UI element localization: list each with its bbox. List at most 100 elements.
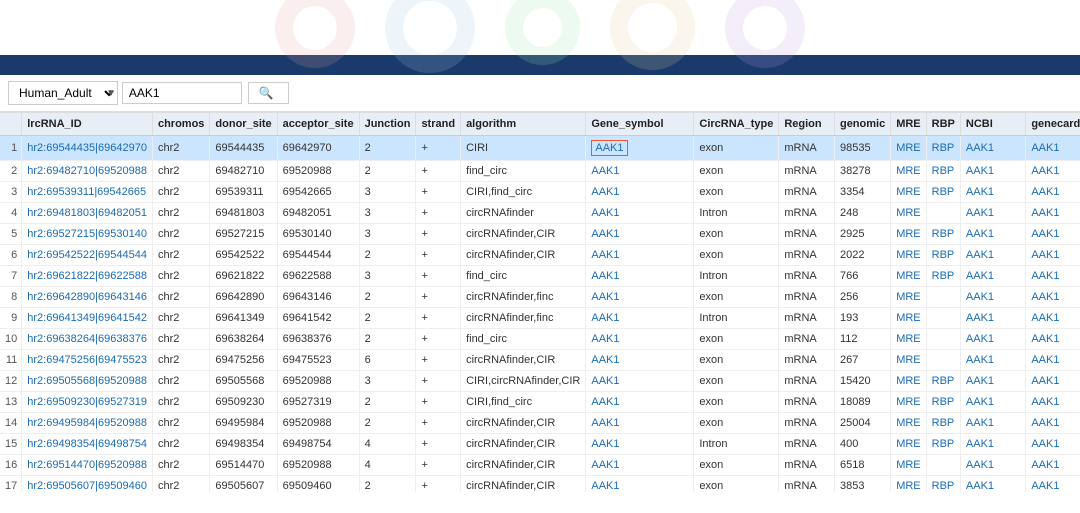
mre-link[interactable]: MRE	[896, 354, 920, 366]
rbp-link[interactable]: RBP	[932, 375, 955, 387]
lrcrna-id-link[interactable]: hr2:69475256|69475523	[27, 354, 147, 366]
mre-link[interactable]: MRE	[896, 291, 920, 303]
lrcrna-id-link[interactable]: hr2:69621822|69622588	[27, 270, 147, 282]
genecards-link[interactable]: AAK1	[1031, 142, 1059, 154]
mre-link[interactable]: MRE	[896, 438, 920, 450]
ncbi-link[interactable]: AAK1	[966, 333, 994, 345]
ncbi-link[interactable]: AAK1	[966, 438, 994, 450]
search-button[interactable]: 🔍	[248, 82, 289, 104]
ncbi-link[interactable]: AAK1	[966, 165, 994, 177]
genecards-link[interactable]: AAK1	[1031, 459, 1059, 471]
mre-link[interactable]: MRE	[896, 480, 920, 492]
rbp-link[interactable]: RBP	[932, 249, 955, 261]
genecards-link[interactable]: AAK1	[1031, 186, 1059, 198]
gene-symbol-link[interactable]: AAK1	[591, 291, 619, 303]
mre-link[interactable]: MRE	[896, 459, 920, 471]
gene-symbol-link[interactable]: AAK1	[591, 228, 619, 240]
rbp-link[interactable]: RBP	[932, 228, 955, 240]
rbp-link[interactable]: RBP	[932, 186, 955, 198]
nav-download[interactable]	[604, 55, 668, 75]
ncbi-link[interactable]: AAK1	[966, 375, 994, 387]
gene-symbol-link[interactable]: AAK1	[591, 186, 619, 198]
ncbi-link[interactable]: AAK1	[966, 207, 994, 219]
genecards-link[interactable]: AAK1	[1031, 375, 1059, 387]
lrcrna-id-link[interactable]: hr2:69539311|69542665	[27, 186, 146, 198]
mre-link[interactable]: MRE	[896, 165, 920, 177]
lrcrna-id-link[interactable]: hr2:69498354|69498754	[27, 438, 147, 450]
gene-symbol-link[interactable]: AAK1	[591, 312, 619, 324]
lrcrna-id-link[interactable]: hr2:69509230|69527319	[27, 396, 147, 408]
genecards-link[interactable]: AAK1	[1031, 354, 1059, 366]
genecards-link[interactable]: AAK1	[1031, 228, 1059, 240]
gene-symbol-link[interactable]: AAK1	[591, 375, 619, 387]
mre-link[interactable]: MRE	[896, 396, 920, 408]
genecards-link[interactable]: AAK1	[1031, 417, 1059, 429]
gene-symbol-link[interactable]: AAK1	[591, 207, 619, 219]
nav-comparison[interactable]	[540, 55, 604, 75]
gene-symbol-link[interactable]: AAK1	[591, 354, 619, 366]
mre-link[interactable]: MRE	[896, 228, 920, 240]
genecards-link[interactable]: AAK1	[1031, 333, 1059, 345]
lrcrna-id-link[interactable]: hr2:69638264|69638376	[27, 333, 147, 345]
lrcrna-id-link[interactable]: hr2:69527215|69530140	[27, 228, 147, 240]
lrcrna-id-link[interactable]: hr2:69505568|69520988	[27, 375, 147, 387]
lrcrna-id-link[interactable]: hr2:69495984|69520988	[27, 417, 147, 429]
lrcrna-id-link[interactable]: hr2:69544435|69642970	[27, 142, 147, 154]
nav-browser-hg38[interactable]	[476, 55, 540, 75]
genecards-link[interactable]: AAK1	[1031, 270, 1059, 282]
gene-symbol-link[interactable]: AAK1	[591, 249, 619, 261]
nav-browser-hg19[interactable]	[412, 55, 476, 75]
mre-link[interactable]: MRE	[896, 312, 920, 324]
genecards-link[interactable]: AAK1	[1031, 249, 1059, 261]
lrcrna-id-link[interactable]: hr2:69514470|69520988	[27, 459, 147, 471]
lrcrna-id-link[interactable]: hr2:69505607|69509460	[27, 480, 147, 492]
nav-home[interactable]	[348, 55, 412, 75]
ncbi-link[interactable]: AAK1	[966, 480, 994, 492]
rbp-link[interactable]: RBP	[932, 165, 955, 177]
ncbi-link[interactable]: AAK1	[966, 228, 994, 240]
mre-link[interactable]: MRE	[896, 270, 920, 282]
genecards-link[interactable]: AAK1	[1031, 291, 1059, 303]
rbp-link[interactable]: RBP	[932, 438, 955, 450]
table-container[interactable]: lrcRNA_ID chromos donor_site acceptor_si…	[0, 112, 1080, 492]
lrcrna-id-link[interactable]: hr2:69641349|69641542	[27, 312, 147, 324]
gene-symbol-link[interactable]: AAK1	[591, 396, 619, 408]
ncbi-link[interactable]: AAK1	[966, 396, 994, 408]
gene-symbol-link[interactable]: AAK1	[591, 480, 619, 492]
ncbi-link[interactable]: AAK1	[966, 459, 994, 471]
rbp-link[interactable]: RBP	[932, 270, 955, 282]
lrcrna-id-link[interactable]: hr2:69542522|69544544	[27, 249, 147, 261]
genecards-link[interactable]: AAK1	[1031, 165, 1059, 177]
rbp-link[interactable]: RBP	[932, 142, 955, 154]
ncbi-link[interactable]: AAK1	[966, 417, 994, 429]
genecards-link[interactable]: AAK1	[1031, 207, 1059, 219]
mre-link[interactable]: MRE	[896, 375, 920, 387]
lrcrna-id-link[interactable]: hr2:69481803|69482051	[27, 207, 147, 219]
genecards-link[interactable]: AAK1	[1031, 480, 1059, 492]
genecards-link[interactable]: AAK1	[1031, 396, 1059, 408]
gene-input[interactable]	[122, 82, 242, 104]
mre-link[interactable]: MRE	[896, 186, 920, 198]
rbp-link[interactable]: RBP	[932, 417, 955, 429]
gene-symbol-link[interactable]: AAK1	[591, 165, 619, 177]
mre-link[interactable]: MRE	[896, 249, 920, 261]
ncbi-link[interactable]: AAK1	[966, 186, 994, 198]
lrcrna-id-link[interactable]: hr2:69482710|69520988	[27, 165, 147, 177]
mre-link[interactable]: MRE	[896, 333, 920, 345]
mre-link[interactable]: MRE	[896, 417, 920, 429]
ncbi-link[interactable]: AAK1	[966, 312, 994, 324]
genecards-link[interactable]: AAK1	[1031, 312, 1059, 324]
lrcrna-id-link[interactable]: hr2:69642890|69643146	[27, 291, 147, 303]
species-select[interactable]: Human_Adult Human_Fetal Mouse_Adult Mous…	[8, 81, 118, 105]
ncbi-link[interactable]: AAK1	[966, 142, 994, 154]
mre-link[interactable]: MRE	[896, 207, 920, 219]
gene-symbol-link[interactable]: AAK1	[591, 438, 619, 450]
ncbi-link[interactable]: AAK1	[966, 249, 994, 261]
gene-symbol-link[interactable]: AAK1	[591, 417, 619, 429]
ncbi-link[interactable]: AAK1	[966, 291, 994, 303]
nav-contact[interactable]	[668, 55, 732, 75]
gene-symbol-link[interactable]: AAK1	[591, 459, 619, 471]
rbp-link[interactable]: RBP	[932, 480, 955, 492]
genecards-link[interactable]: AAK1	[1031, 438, 1059, 450]
gene-symbol-link[interactable]: AAK1	[591, 333, 619, 345]
